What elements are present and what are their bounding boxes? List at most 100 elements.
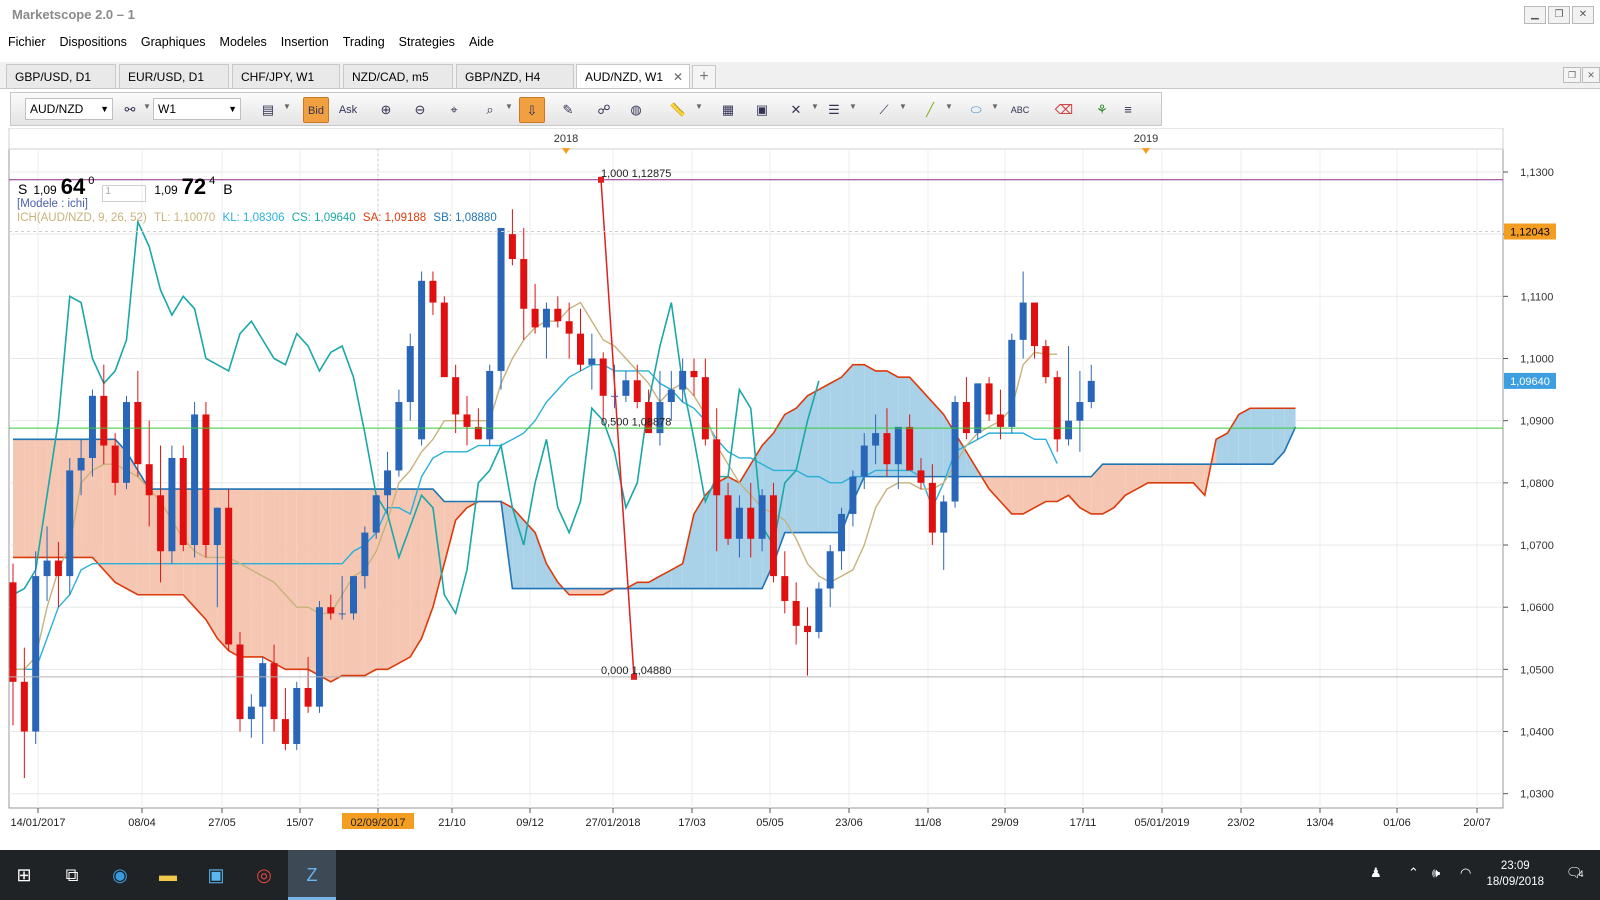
hierarchy-icon[interactable]: ⚘ <box>1089 97 1115 123</box>
bid-button[interactable]: Bid <box>303 97 329 123</box>
tab-eurusd-d1[interactable]: EUR/USD, D1 <box>119 64 229 88</box>
minimize-icon[interactable]: ▁ <box>1524 6 1546 24</box>
legend-cs: CS: 1,09640 <box>291 212 356 224</box>
candle-body <box>667 389 675 403</box>
chevron-down-icon[interactable]: ▼ <box>811 102 819 111</box>
chart-style-icon[interactable]: ▤ <box>255 97 281 123</box>
lines-icon[interactable]: ☰ <box>821 97 847 123</box>
chevron-down-icon[interactable]: ▼ <box>899 102 907 111</box>
y-tick-label: 1,1000 <box>1520 354 1554 366</box>
globe-icon[interactable]: ◍ <box>623 97 649 123</box>
ask-button[interactable]: Ask <box>335 97 361 123</box>
chevron-down-icon[interactable]: ▼ <box>143 102 151 111</box>
wifi-icon[interactable]: ◠ <box>1460 865 1471 881</box>
chrome-icon[interactable]: ◎ <box>240 850 288 900</box>
windows-start-icon[interactable]: ⊞ <box>0 850 48 900</box>
chevron-down-icon[interactable]: ▼ <box>695 102 703 111</box>
candle-body <box>633 380 641 403</box>
price-chart[interactable]: 1,000 1,128750,500 1,088780,000 1,04880 … <box>0 128 1600 850</box>
cursor-icon[interactable]: ⌖ <box>441 97 467 123</box>
year-label: 2019 <box>1134 133 1158 145</box>
candle-body <box>440 302 448 378</box>
candle-body <box>20 681 28 732</box>
chevron-down-icon[interactable]: ▼ <box>991 102 999 111</box>
system-clock[interactable]: 23:09 18/09/2018 <box>1486 858 1544 890</box>
fibonacci-level-label: 1,000 1,12875 <box>601 168 671 180</box>
notification-icon[interactable]: 🗨4 <box>1566 865 1584 881</box>
properties-icon[interactable]: ✎ <box>555 97 581 123</box>
symbol-select[interactable]: AUD/NZD ▼ <box>25 98 113 120</box>
zoom-in-icon[interactable]: ⊕ <box>373 97 399 123</box>
text-tool-icon[interactable]: ABC <box>1007 97 1033 123</box>
ellipse-icon[interactable]: ⬭ <box>963 97 989 123</box>
toolbar-overflow-icon[interactable]: ≡ <box>1121 97 1135 123</box>
fan-icon[interactable]: ⟋ <box>871 97 897 123</box>
trendline-icon[interactable]: ╱ <box>917 97 943 123</box>
candle-body <box>1008 339 1016 427</box>
eraser-icon[interactable]: ⌫ <box>1051 97 1077 123</box>
cloud-segment <box>1102 464 1114 514</box>
tab-label: EUR/USD, D1 <box>128 70 205 84</box>
tab-chfjpy-w1[interactable]: CHF/JPY, W1 <box>232 64 340 88</box>
menu-fichier[interactable]: Fichier <box>8 35 46 49</box>
chevron-down-icon[interactable]: ▼ <box>283 102 291 111</box>
buy-price-big[interactable]: 72 <box>182 174 206 200</box>
x-tick-label: 23/02 <box>1227 817 1255 829</box>
menu-graphiques[interactable]: Graphiques <box>141 35 206 49</box>
restore-icon[interactable]: ❐ <box>1548 6 1570 24</box>
menu-trading[interactable]: Trading <box>343 35 385 49</box>
tab-nzdcad-m5[interactable]: NZD/CAD, m5 <box>343 64 453 88</box>
legend-kl: KL: 1,08306 <box>222 212 285 224</box>
menu-dispositions[interactable]: Dispositions <box>60 35 127 49</box>
tab-close-icon[interactable]: ✕ <box>673 65 683 89</box>
sell-price-big[interactable]: 64 <box>61 174 85 200</box>
image-icon[interactable]: ▦ <box>715 97 741 123</box>
menu-insertion[interactable]: Insertion <box>281 35 329 49</box>
timeframe-select[interactable]: W1 ▼ <box>153 98 241 120</box>
teamviewer-icon[interactable]: ◉ <box>96 850 144 900</box>
ruler-icon[interactable]: 📏 <box>665 97 691 123</box>
task-view-icon[interactable]: ⧉ <box>48 850 96 900</box>
tray-chevron-icon[interactable]: ⌃ <box>1408 865 1419 881</box>
menu-aide[interactable]: Aide <box>469 35 494 49</box>
tab-gbpusd-d1[interactable]: GBP/USD, D1 <box>6 64 116 88</box>
candle-body <box>66 470 74 577</box>
close-icon[interactable]: ✕ <box>1572 6 1594 24</box>
cloud-segment <box>240 489 252 657</box>
indicators-icon[interactable]: ☍ <box>591 97 617 123</box>
candle-body <box>9 582 17 682</box>
menu-strategies[interactable]: Strategies <box>399 35 455 49</box>
candle-body <box>701 377 709 440</box>
cloud-segment <box>1170 464 1183 483</box>
layout-icon[interactable]: ▣ <box>749 97 775 123</box>
tab-gbpnzd-h4[interactable]: GBP/NZD, H4 <box>456 64 574 88</box>
legend-sb: SB: 1,08880 <box>433 212 497 224</box>
add-tab-button[interactable]: + <box>692 65 716 89</box>
file-explorer-icon[interactable]: ▬ <box>144 850 192 900</box>
magnifier-icon[interactable]: ⌕ <box>477 97 503 123</box>
restore-chart-icon[interactable]: ❐ <box>1563 67 1581 83</box>
ichimoku-legend[interactable]: ICH(AUD/NZD, 9, 26, 52) TL: 1,10070 KL: … <box>17 212 497 224</box>
chevron-down-icon[interactable]: ▼ <box>505 102 513 111</box>
menu-modeles[interactable]: Modeles <box>220 35 267 49</box>
chart-type-icon[interactable]: ⚯ <box>117 97 143 123</box>
tab-audnzd-w1[interactable]: AUD/NZD, W1 ✕ <box>576 64 690 88</box>
marketscope-taskbar-icon[interactable]: Z <box>288 850 336 900</box>
y-tick-label: 1,0800 <box>1520 478 1554 490</box>
volume-icon[interactable]: 🕪 <box>1432 865 1440 881</box>
zoom-out-icon[interactable]: ⊖ <box>407 97 433 123</box>
people-icon[interactable]: ♟ <box>1370 865 1382 881</box>
close-chart-icon[interactable]: ✕ <box>1582 67 1600 83</box>
control-panel-icon[interactable]: ▣ <box>192 850 240 900</box>
buy-price-prefix[interactable]: 1,09 <box>154 183 177 197</box>
x-tick-label: 05/01/2019 <box>1134 817 1189 829</box>
chevron-down-icon[interactable]: ▼ <box>945 102 953 111</box>
crosshair-icon[interactable]: ✕ <box>783 97 809 123</box>
chevron-down-icon[interactable]: ▼ <box>849 102 857 111</box>
sell-price-prefix[interactable]: 1,09 <box>33 183 56 197</box>
autoscroll-icon[interactable]: ⇩ <box>519 97 545 123</box>
candle-body <box>554 308 562 322</box>
sell-label[interactable]: S <box>18 181 27 197</box>
buy-label[interactable]: B <box>223 181 232 197</box>
lot-amount-input[interactable]: 1 <box>102 185 147 202</box>
